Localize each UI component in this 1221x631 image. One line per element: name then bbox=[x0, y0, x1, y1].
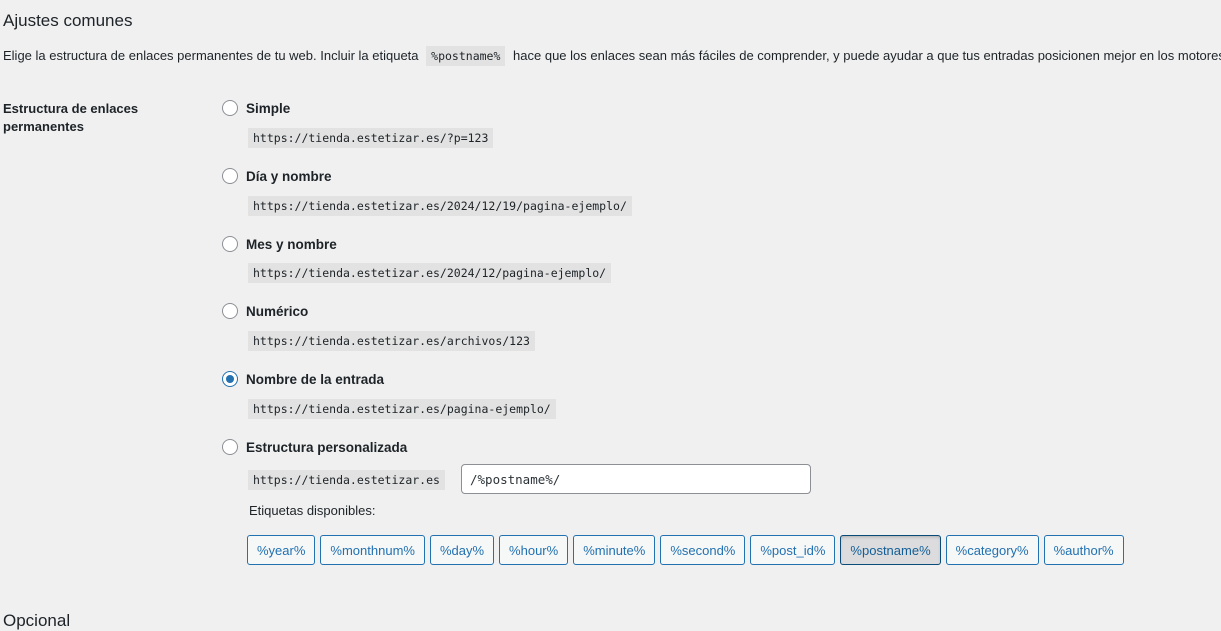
tag-postname-button[interactable]: %postname% bbox=[840, 535, 941, 565]
permalink-structure-label: Estructura de enlaces permanentes bbox=[3, 101, 139, 134]
custom-structure-input[interactable] bbox=[461, 464, 811, 494]
radio-month-name[interactable] bbox=[222, 236, 238, 252]
description-text-before: Elige la estructura de enlaces permanent… bbox=[3, 48, 419, 63]
option-post-name[interactable]: Nombre de la entrada bbox=[222, 371, 384, 387]
example-post-name: https://tienda.estetizar.es/pagina-ejemp… bbox=[248, 399, 556, 419]
description-tag-code: %postname% bbox=[426, 46, 506, 66]
option-numeric-label: Numérico bbox=[246, 303, 309, 319]
option-month-name[interactable]: Mes y nombre bbox=[222, 236, 337, 252]
radio-day-name[interactable] bbox=[222, 168, 238, 184]
available-tags-label: Etiquetas disponibles: bbox=[249, 503, 376, 518]
tag-monthnum-button[interactable]: %monthnum% bbox=[320, 535, 425, 565]
tag-year-button[interactable]: %year% bbox=[247, 535, 316, 565]
tag-category-button[interactable]: %category% bbox=[945, 535, 1039, 565]
option-day-name[interactable]: Día y nombre bbox=[222, 168, 332, 184]
radio-simple[interactable] bbox=[222, 100, 238, 116]
tag-author-button[interactable]: %author% bbox=[1043, 535, 1124, 565]
option-simple-label: Simple bbox=[246, 100, 291, 116]
section-title: Ajustes comunes bbox=[3, 11, 133, 30]
option-custom[interactable]: Estructura personalizada bbox=[222, 439, 407, 455]
section-description: Elige la estructura de enlaces permanent… bbox=[3, 46, 1221, 66]
example-numeric: https://tienda.estetizar.es/archivos/123 bbox=[248, 331, 535, 351]
tag-day-button[interactable]: %day% bbox=[429, 535, 495, 565]
tag-minute-button[interactable]: %minute% bbox=[573, 535, 656, 565]
option-simple[interactable]: Simple bbox=[222, 100, 290, 116]
option-month-name-label: Mes y nombre bbox=[246, 236, 337, 252]
option-custom-label: Estructura personalizada bbox=[246, 439, 408, 455]
description-text-after: hace que los enlaces sean más fáciles de… bbox=[513, 48, 1221, 63]
radio-custom[interactable] bbox=[222, 439, 238, 455]
tag-post-id-button[interactable]: %post_id% bbox=[750, 535, 836, 565]
example-month-name: https://tienda.estetizar.es/2024/12/pagi… bbox=[248, 263, 612, 283]
optional-section-title: Opcional bbox=[3, 611, 71, 630]
option-post-name-label: Nombre de la entrada bbox=[246, 371, 385, 387]
radio-numeric[interactable] bbox=[222, 303, 238, 319]
option-numeric[interactable]: Numérico bbox=[222, 303, 308, 319]
available-tags: %year% %monthnum% %day% %hour% %minute% … bbox=[247, 535, 1124, 565]
radio-post-name[interactable] bbox=[222, 371, 238, 387]
option-day-name-label: Día y nombre bbox=[246, 168, 332, 184]
example-simple: https://tienda.estetizar.es/?p=123 bbox=[248, 128, 494, 148]
example-day-name: https://tienda.estetizar.es/2024/12/19/p… bbox=[248, 196, 632, 216]
custom-base-url: https://tienda.estetizar.es bbox=[248, 470, 445, 490]
tag-hour-button[interactable]: %hour% bbox=[499, 535, 569, 565]
tag-second-button[interactable]: %second% bbox=[660, 535, 746, 565]
